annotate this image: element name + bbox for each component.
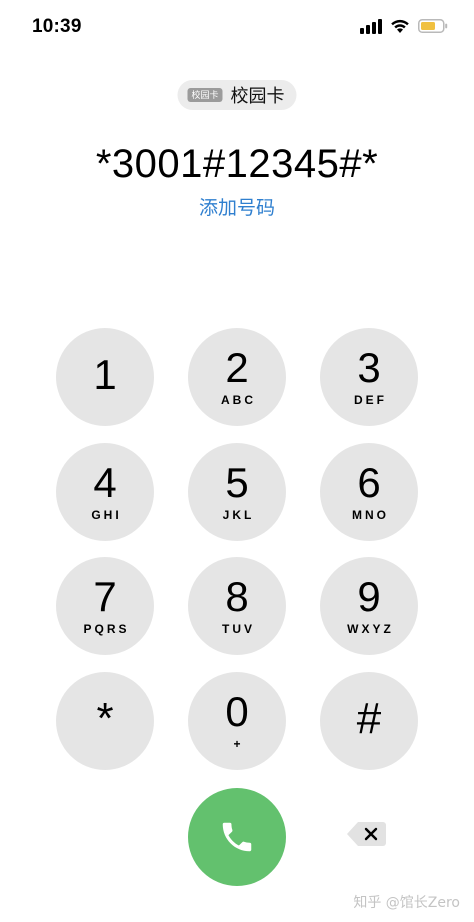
status-bar: 10:39 — [0, 0, 474, 56]
battery-icon — [418, 19, 448, 33]
key-digit: 4 — [93, 459, 117, 506]
key-letters: DEF — [354, 393, 387, 407]
key-letters: MNO — [352, 508, 389, 522]
key-digit: 8 — [225, 573, 249, 620]
key-8[interactable]: 8 TUV — [188, 557, 286, 655]
key-2[interactable]: 2 ABC — [188, 328, 286, 426]
key-5[interactable]: 5 JKL — [188, 443, 286, 541]
delete-icon — [347, 822, 386, 846]
sim-selector[interactable]: 校园卡 校园卡 — [177, 80, 297, 110]
key-letters: PQRS — [83, 622, 130, 636]
key-letters: GHI — [91, 508, 122, 522]
watermark: 知乎 @馆长Zero — [353, 895, 460, 911]
key-digit: 6 — [357, 459, 381, 506]
sim-name: 校园卡 — [230, 86, 285, 107]
key-1[interactable]: 1 — [56, 328, 154, 426]
key-letters: JKL — [222, 508, 255, 522]
add-number-link[interactable]: 添加号码 — [0, 193, 474, 220]
key-hash[interactable]: # — [320, 672, 418, 770]
key-digit: 1 — [93, 351, 117, 398]
key-letters: + — [233, 737, 244, 751]
key-digit: # — [356, 694, 382, 743]
key-0[interactable]: 0 + — [188, 672, 286, 770]
key-digit: 2 — [225, 344, 249, 391]
phone-icon — [222, 822, 252, 852]
key-letters: WXYZ — [347, 622, 394, 636]
key-digit: * — [96, 694, 114, 743]
wifi-icon — [391, 19, 409, 33]
status-time: 10:39 — [32, 16, 82, 37]
sim-badge: 校园卡 — [187, 88, 223, 102]
key-letters: ABC — [221, 393, 256, 407]
signal-icon — [360, 19, 382, 34]
dialed-number-display: *3001#12345#* — [95, 142, 379, 186]
key-digit: 0 — [225, 688, 249, 735]
key-9[interactable]: 9 WXYZ — [320, 557, 418, 655]
key-digit: 7 — [93, 573, 117, 620]
key-6[interactable]: 6 MNO — [320, 443, 418, 541]
status-icons — [360, 18, 448, 34]
key-letters: TUV — [222, 622, 255, 636]
key-digit: 9 — [357, 573, 381, 620]
key-3[interactable]: 3 DEF — [320, 328, 418, 426]
key-star[interactable]: * — [56, 672, 154, 770]
delete-button[interactable] — [345, 818, 387, 850]
key-digit: 3 — [357, 344, 381, 391]
call-button[interactable] — [188, 788, 286, 886]
key-7[interactable]: 7 PQRS — [56, 557, 154, 655]
key-digit: 5 — [225, 459, 249, 506]
key-4[interactable]: 4 GHI — [56, 443, 154, 541]
